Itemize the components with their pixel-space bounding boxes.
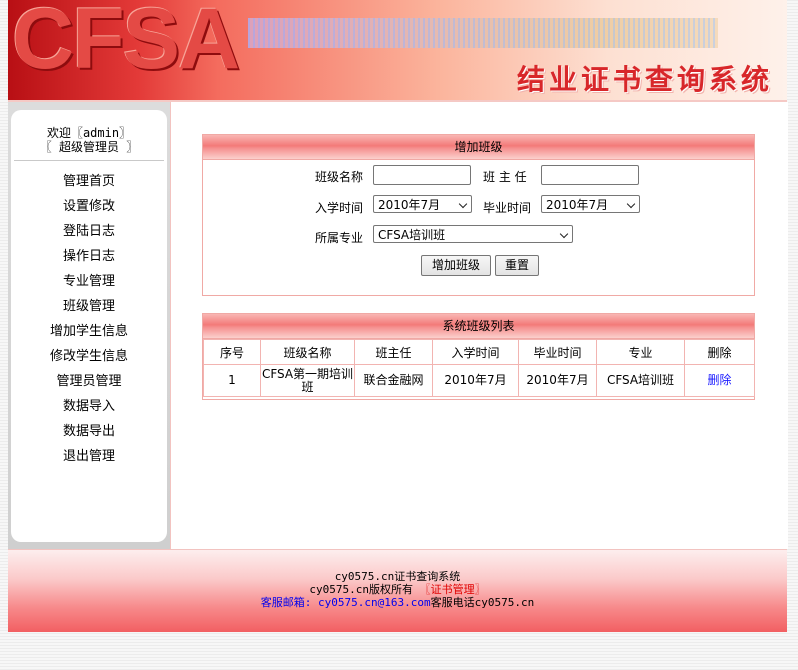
sidebar-item-data-import[interactable]: 数据导入: [11, 394, 167, 419]
footer-copyright-text: cy0575.cn版权所有: [309, 583, 420, 596]
sidebar-item-major-management[interactable]: 专业管理: [11, 269, 167, 294]
table-row: 1 CFSA第一期培训班 联合金融网 2010年7月 2010年7月 CFSA培…: [203, 364, 755, 397]
column-header: 删除: [684, 339, 755, 365]
sidebar-item-logout[interactable]: 退出管理: [11, 444, 167, 469]
app-frame: CFSA 结业证书查询系统 欢迎〖admin〗 〖 超级管理员 〗 管理首页 设…: [8, 0, 788, 632]
end-date-label: 毕业时间: [483, 201, 532, 215]
header-banner: CFSA 结业证书查询系统: [8, 0, 787, 100]
banner-decoration: [248, 18, 718, 48]
chevron-down-icon: [626, 199, 636, 209]
welcome-text: 欢迎〖admin〗 〖 超级管理员 〗: [11, 110, 167, 154]
row-end-date: 2010年7月: [518, 364, 597, 397]
sidebar-item-edit-student[interactable]: 修改学生信息: [11, 344, 167, 369]
sidebar-item-settings[interactable]: 设置修改: [11, 194, 167, 219]
reset-button[interactable]: 重置: [495, 255, 539, 276]
delete-link[interactable]: 删除: [707, 373, 731, 387]
column-header: 序号: [203, 339, 261, 365]
teacher-input[interactable]: [541, 165, 639, 185]
column-header: 专业: [596, 339, 685, 365]
row-major: CFSA培训班: [596, 364, 685, 397]
sidebar-item-data-export[interactable]: 数据导出: [11, 419, 167, 444]
system-title: 结业证书查询系统: [516, 63, 773, 96]
footer-contact: 客服邮箱: cy0575.cn@163.com客服电话cy0575.cn: [8, 596, 787, 609]
major-select[interactable]: CFSA培训班: [373, 225, 573, 243]
sidebar-item-home[interactable]: 管理首页: [11, 169, 167, 194]
footer-cert-link[interactable]: 〖证书管理〗: [420, 583, 486, 596]
main-content: 增加班级 班级名称 班 主 任 入学时间 2010年7月 毕业时间 2010年7…: [170, 102, 788, 549]
sidebar-column: 欢迎〖admin〗 〖 超级管理员 〗 管理首页 设置修改 登陆日志 操作日志 …: [8, 102, 170, 549]
welcome-role: 〖 超级管理员 〗: [39, 140, 139, 154]
row-teacher: 联合金融网: [354, 364, 433, 397]
class-table: 序号 班级名称 班主任 入学时间 毕业时间 专业 删除 1 CFSA第一期培训班…: [203, 339, 755, 397]
footer: cy0575.cn证书查询系统 cy0575.cn版权所有 〖证书管理〗 客服邮…: [8, 549, 787, 632]
email-label: 客服邮箱:: [260, 596, 312, 609]
sidebar-item-operation-log[interactable]: 操作日志: [11, 244, 167, 269]
column-header: 入学时间: [432, 339, 519, 365]
column-header: 毕业时间: [518, 339, 597, 365]
add-class-panel: 增加班级 班级名称 班 主 任 入学时间 2010年7月 毕业时间 2010年7…: [202, 134, 755, 296]
chevron-down-icon: [458, 199, 468, 209]
start-date-select[interactable]: 2010年7月: [373, 195, 472, 213]
teacher-label: 班 主 任: [483, 170, 527, 184]
sidebar-divider: [14, 160, 164, 161]
class-name-label: 班级名称: [315, 170, 364, 184]
end-date-value: 2010年7月: [546, 198, 609, 212]
phone-label: 客服电话: [430, 596, 475, 609]
row-delete-cell: 删除: [684, 364, 755, 397]
add-class-title: 增加班级: [203, 135, 754, 160]
row-class-name: CFSA第一期培训班: [260, 364, 355, 397]
sidebar-item-add-student[interactable]: 增加学生信息: [11, 319, 167, 344]
column-header: 班主任: [354, 339, 433, 365]
class-list-title: 系统班级列表: [203, 314, 754, 339]
row-start-date: 2010年7月: [432, 364, 519, 397]
sidebar-menu: 欢迎〖admin〗 〖 超级管理员 〗 管理首页 设置修改 登陆日志 操作日志 …: [11, 110, 167, 542]
add-class-button[interactable]: 增加班级: [421, 255, 491, 276]
end-date-select[interactable]: 2010年7月: [541, 195, 640, 213]
sidebar-item-class-management[interactable]: 班级管理: [11, 294, 167, 319]
chevron-down-icon: [559, 229, 569, 239]
footer-copyright: cy0575.cn版权所有 〖证书管理〗: [8, 583, 787, 596]
column-header: 班级名称: [260, 339, 355, 365]
major-label: 所属专业: [315, 231, 364, 245]
sidebar-item-admin-management[interactable]: 管理员管理: [11, 369, 167, 394]
class-name-input[interactable]: [373, 165, 471, 185]
footer-site-name: cy0575.cn证书查询系统: [334, 570, 461, 583]
cfsa-logo: CFSA: [12, 0, 240, 87]
email-link[interactable]: cy0575.cn@163.com: [318, 596, 431, 609]
welcome-user: 欢迎〖admin〗: [46, 126, 132, 140]
phone-value: cy0575.cn: [474, 596, 535, 609]
table-header-row: 序号 班级名称 班主任 入学时间 毕业时间 专业 删除: [203, 339, 755, 365]
start-date-value: 2010年7月: [378, 198, 441, 212]
start-date-label: 入学时间: [315, 201, 364, 215]
sidebar-item-login-log[interactable]: 登陆日志: [11, 219, 167, 244]
class-list-panel: 系统班级列表 序号 班级名称 班主任 入学时间 毕业时间 专业 删除 1 CFS…: [202, 313, 755, 400]
row-number: 1: [203, 364, 261, 397]
major-value: CFSA培训班: [378, 228, 446, 242]
